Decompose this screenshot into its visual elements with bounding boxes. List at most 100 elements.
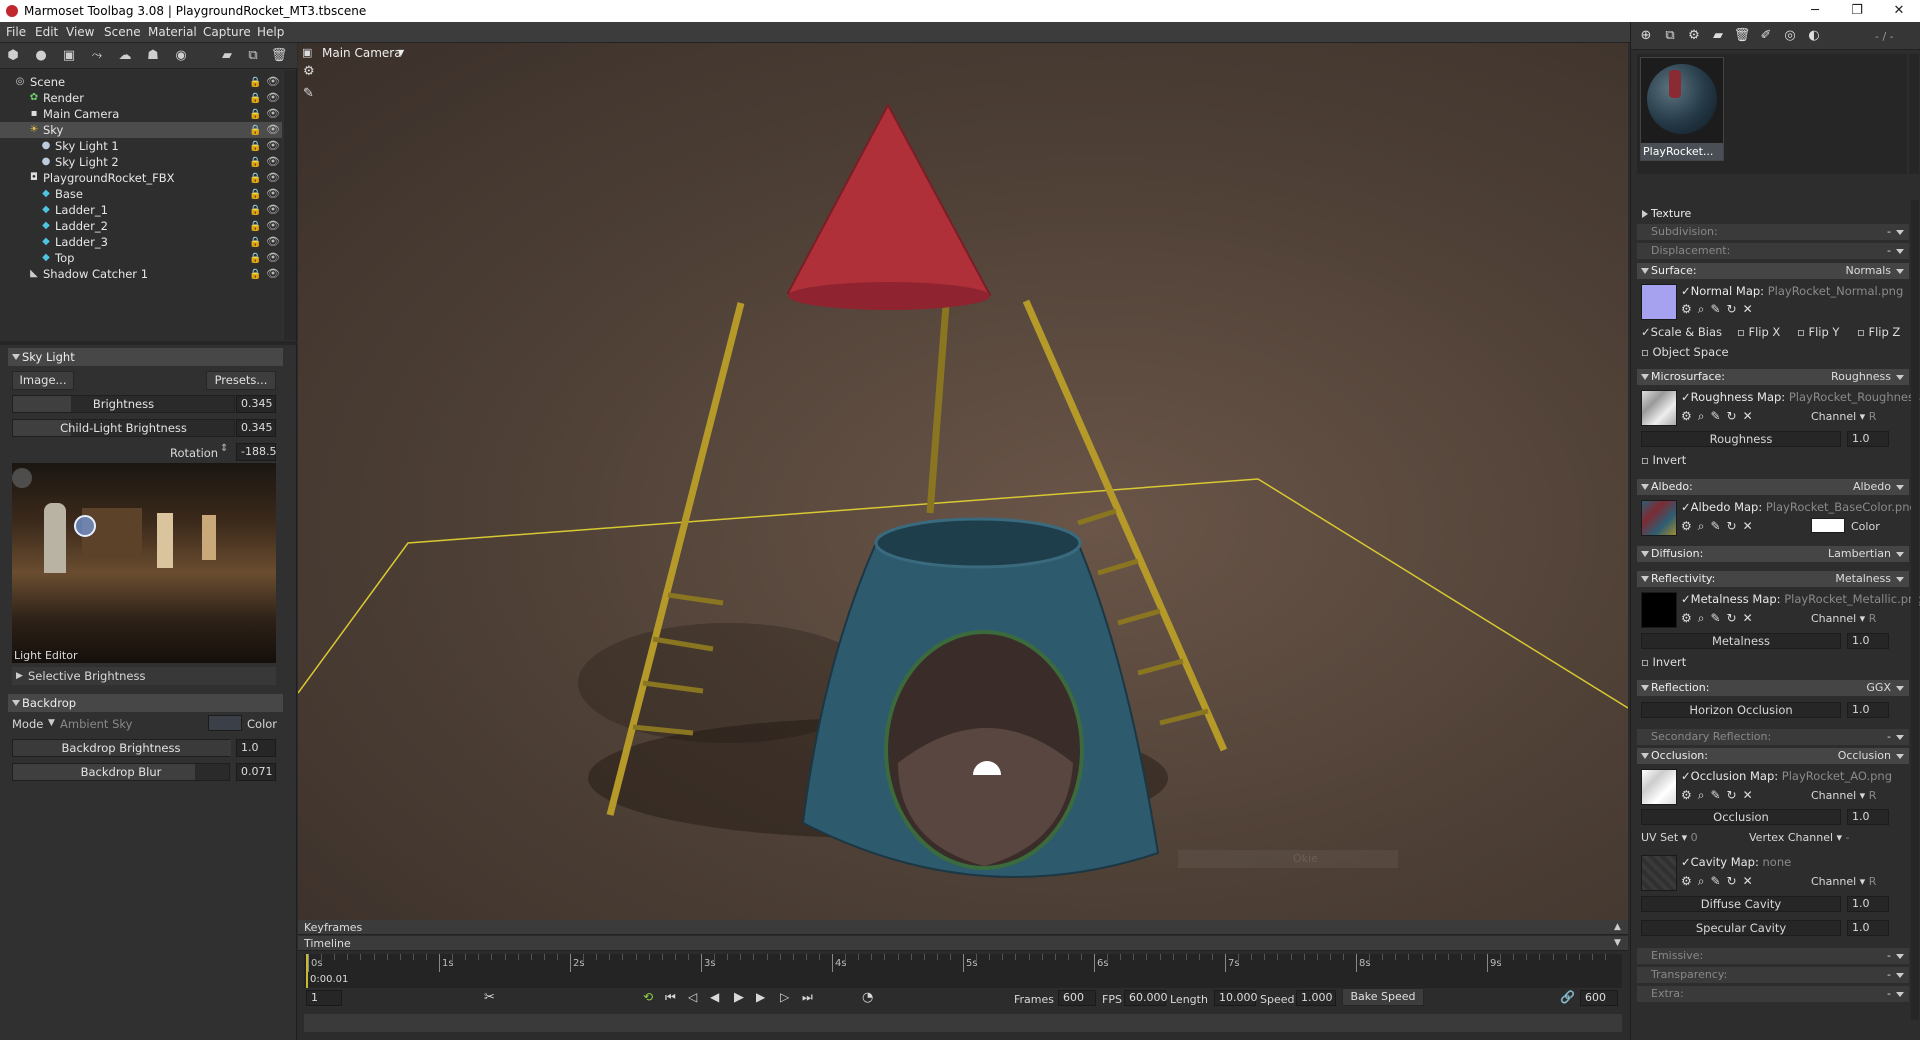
metalness-map-thumbnail[interactable] <box>1641 592 1677 628</box>
settings-icon[interactable]: ◐ <box>1805 27 1823 45</box>
cavity-map-row[interactable]: ✓Cavity Map: none <box>1681 855 1791 869</box>
tree-item-render[interactable]: ✿ Render 🔒 👁 <box>0 90 282 106</box>
paint-brush-icon[interactable]: ✎ <box>303 86 314 101</box>
prev-key-icon[interactable]: ◁ <box>688 990 697 1004</box>
backdrop-blur-slider[interactable]: Backdrop Blur <box>12 763 230 781</box>
normal-map-row[interactable]: ✓Normal Map: PlayRocket_Normal.png <box>1681 284 1903 298</box>
brightness-value[interactable]: 0.345 <box>236 395 276 413</box>
child-light-brightness-value[interactable]: 0.345 <box>236 419 276 437</box>
lock-icon[interactable]: 🔒 <box>249 235 261 251</box>
channel-dropdown[interactable]: Channel ▾ R <box>1811 875 1876 888</box>
visibility-eye-icon[interactable]: 👁 <box>266 74 280 90</box>
occlusion-section[interactable]: Occlusion: Occlusion <box>1637 748 1909 764</box>
lock-icon[interactable]: 🔒 <box>249 139 261 155</box>
rotation-stepper-icon[interactable]: ⇕ <box>220 443 228 454</box>
frame-field[interactable]: 1 <box>306 990 342 1006</box>
map-actions-icons[interactable]: ⚙⌕✎↻✕ <box>1681 611 1759 626</box>
albedo-section[interactable]: Albedo: Albedo <box>1637 479 1909 495</box>
material-scrollbar[interactable] <box>1911 200 1919 1020</box>
menu-file[interactable]: File <box>6 25 26 39</box>
light-editor-panorama[interactable]: Light Editor <box>12 463 276 663</box>
menu-help[interactable]: Help <box>257 25 284 39</box>
flip-x-checkbox[interactable]: ▫ Flip X <box>1737 325 1780 339</box>
image-button[interactable]: Image... <box>12 371 74 390</box>
diffuse-cavity-value[interactable]: 1.0 <box>1847 896 1889 912</box>
roughness-value[interactable]: 1.0 <box>1847 431 1889 447</box>
vertex-channel-dropdown[interactable]: Vertex Channel ▾ - <box>1749 831 1850 844</box>
tree-item-ladder-1[interactable]: ◆ Ladder_1 🔒 👁 <box>0 202 282 218</box>
add-light-icon[interactable]: ● <box>32 47 50 65</box>
tree-item-shadow-catcher-1[interactable]: ◣ Shadow Catcher 1 🔒 👁 <box>0 266 282 282</box>
lock-icon[interactable]: 🔒 <box>249 91 261 107</box>
add-turntable-icon[interactable]: ⤳ <box>88 47 106 65</box>
diffusion-section[interactable]: Diffusion: Lambertian <box>1637 546 1909 562</box>
horizon-occlusion-slider[interactable]: Horizon Occlusion <box>1641 702 1841 718</box>
backdrop-color-swatch[interactable] <box>208 715 242 731</box>
keyframes-bar[interactable]: Keyframes <box>298 920 1628 935</box>
mode-dropdown[interactable]: Ambient Sky <box>60 717 132 731</box>
microsurface-section[interactable]: Microsurface: Roughness <box>1637 369 1909 385</box>
frames-value[interactable]: 600 <box>1058 990 1096 1006</box>
speed-gauge-icon[interactable]: ◔ <box>862 990 873 1005</box>
end-frame-value[interactable]: 600 <box>1580 990 1618 1006</box>
backdrop-header[interactable]: Backdrop <box>8 694 283 712</box>
metalness-slider[interactable]: Metalness <box>1641 633 1841 649</box>
roughness-slider[interactable]: Roughness <box>1641 431 1841 447</box>
surface-section[interactable]: Surface: Normals <box>1637 263 1909 279</box>
next-key-icon[interactable]: ▷ <box>780 990 789 1004</box>
occlusion-slider[interactable]: Occlusion <box>1641 809 1841 825</box>
skip-start-icon[interactable]: ⏮ <box>665 990 676 1005</box>
albedo-map-thumbnail[interactable] <box>1641 500 1677 536</box>
specular-cavity-value[interactable]: 1.0 <box>1847 920 1889 936</box>
lock-icon[interactable]: 🔒 <box>249 251 261 267</box>
merge-icon[interactable]: ⚙ <box>1685 27 1703 45</box>
invert-checkbox[interactable]: ▫ Invert <box>1641 453 1686 467</box>
fps-value[interactable]: 60.000 <box>1124 990 1168 1006</box>
roughness-map-row[interactable]: ✓Roughness Map: PlayRocket_Roughness <box>1681 390 1920 404</box>
speed-value[interactable]: 1.000 <box>1296 990 1336 1006</box>
map-actions-icons[interactable]: ⚙⌕✎↻✕ <box>1681 409 1759 424</box>
flip-z-checkbox[interactable]: ▫ Flip Z <box>1857 325 1900 339</box>
play-icon[interactable]: ▶ <box>734 990 744 1005</box>
duplicate-material-icon[interactable]: ⧉ <box>1661 27 1679 45</box>
rotation-value[interactable]: -188.5 <box>236 443 276 461</box>
camera-selector[interactable]: Main Camera <box>322 46 402 60</box>
brightness-slider[interactable]: Brightness <box>12 395 235 413</box>
panel-divider[interactable] <box>0 341 297 345</box>
map-actions-icons[interactable]: ⚙⌕✎↻✕ <box>1681 874 1759 889</box>
reflectivity-section[interactable]: Reflectivity: Metalness <box>1637 571 1909 587</box>
extra-section[interactable]: Extra: - <box>1637 986 1909 1002</box>
displacement-section[interactable]: Displacement: - <box>1637 243 1909 259</box>
menu-view[interactable]: View <box>66 25 94 39</box>
menu-edit[interactable]: Edit <box>35 25 58 39</box>
visibility-eye-icon[interactable]: 👁 <box>266 186 280 202</box>
tree-item-sky-light-2[interactable]: ● Sky Light 2 🔒 👁 <box>0 154 282 170</box>
menu-capture[interactable]: Capture <box>203 25 251 39</box>
light-handle-icon[interactable] <box>12 468 32 488</box>
flip-y-checkbox[interactable]: ▫ Flip Y <box>1797 325 1839 339</box>
visibility-eye-icon[interactable]: 👁 <box>266 90 280 106</box>
metalness-map-row[interactable]: ✓Metalness Map: PlayRocket_Metallic.png <box>1681 592 1920 606</box>
material-thumbnail[interactable]: PlayRocket... <box>1640 57 1724 161</box>
delete-icon[interactable]: 🗑 <box>1733 27 1751 45</box>
albedo-map-row[interactable]: ✓Albedo Map: PlayRocket_BaseColor.png <box>1681 500 1917 514</box>
library-scrollbar[interactable] <box>1909 54 1919 174</box>
open-folder-icon[interactable]: ▰ <box>1709 27 1727 45</box>
horizon-occlusion-value[interactable]: 1.0 <box>1847 702 1889 718</box>
occlusion-map-thumbnail[interactable] <box>1641 769 1677 805</box>
map-actions-icons[interactable]: ⚙⌕✎↻✕ <box>1681 519 1759 534</box>
lock-icon[interactable]: 🔒 <box>249 123 261 139</box>
specular-cavity-slider[interactable]: Specular Cavity <box>1641 920 1841 936</box>
scissors-icon[interactable]: ✂ <box>484 990 495 1005</box>
visibility-eye-icon[interactable]: 👁 <box>266 234 280 250</box>
step-back-icon[interactable]: ◀ <box>710 990 719 1004</box>
step-forward-icon[interactable]: ▶ <box>756 990 765 1004</box>
uv-set-dropdown[interactable]: UV Set ▾ 0 <box>1641 831 1698 844</box>
backdrop-brightness-slider[interactable]: Backdrop Brightness <box>12 739 231 757</box>
lock-icon[interactable]: 🔒 <box>249 187 261 203</box>
tree-item-sky[interactable]: ☀ Sky 🔒 👁 <box>0 122 282 138</box>
channel-dropdown[interactable]: Channel ▾ R <box>1811 789 1876 802</box>
secondary-reflection-section[interactable]: Secondary Reflection: - <box>1637 729 1909 745</box>
menu-scene[interactable]: Scene <box>104 25 141 39</box>
add-material-icon[interactable]: ⊕ <box>1637 27 1655 45</box>
